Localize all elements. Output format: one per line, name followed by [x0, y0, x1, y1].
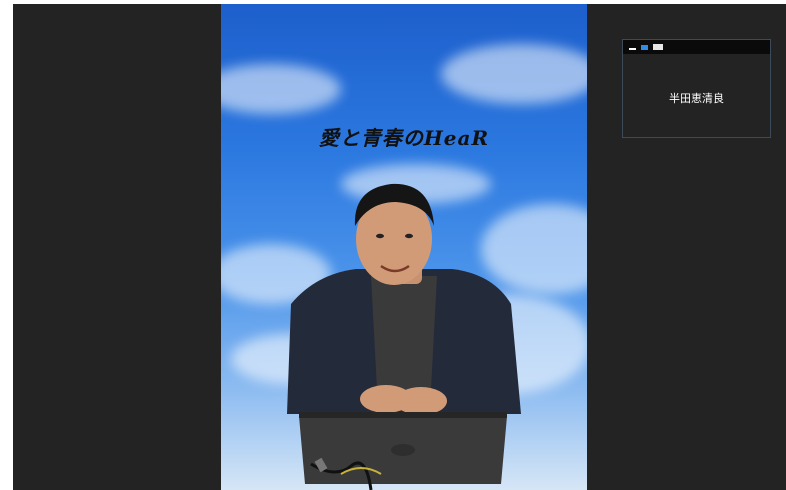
expand-icon[interactable] [653, 44, 663, 50]
participant-name: 半田恵清良 [669, 92, 724, 105]
participant-thumbnail[interactable]: 半田恵清良 [622, 39, 771, 138]
minimize-icon[interactable] [629, 48, 636, 50]
view-toggle-icon[interactable] [641, 44, 648, 50]
participant-video-person [287, 183, 521, 490]
meeting-window: 愛と青春のHeaR 半田恵清良 [13, 4, 786, 490]
main-video-feed[interactable]: 愛と青春のHeaR [221, 4, 587, 490]
thumbnail-toolbar [623, 40, 770, 54]
